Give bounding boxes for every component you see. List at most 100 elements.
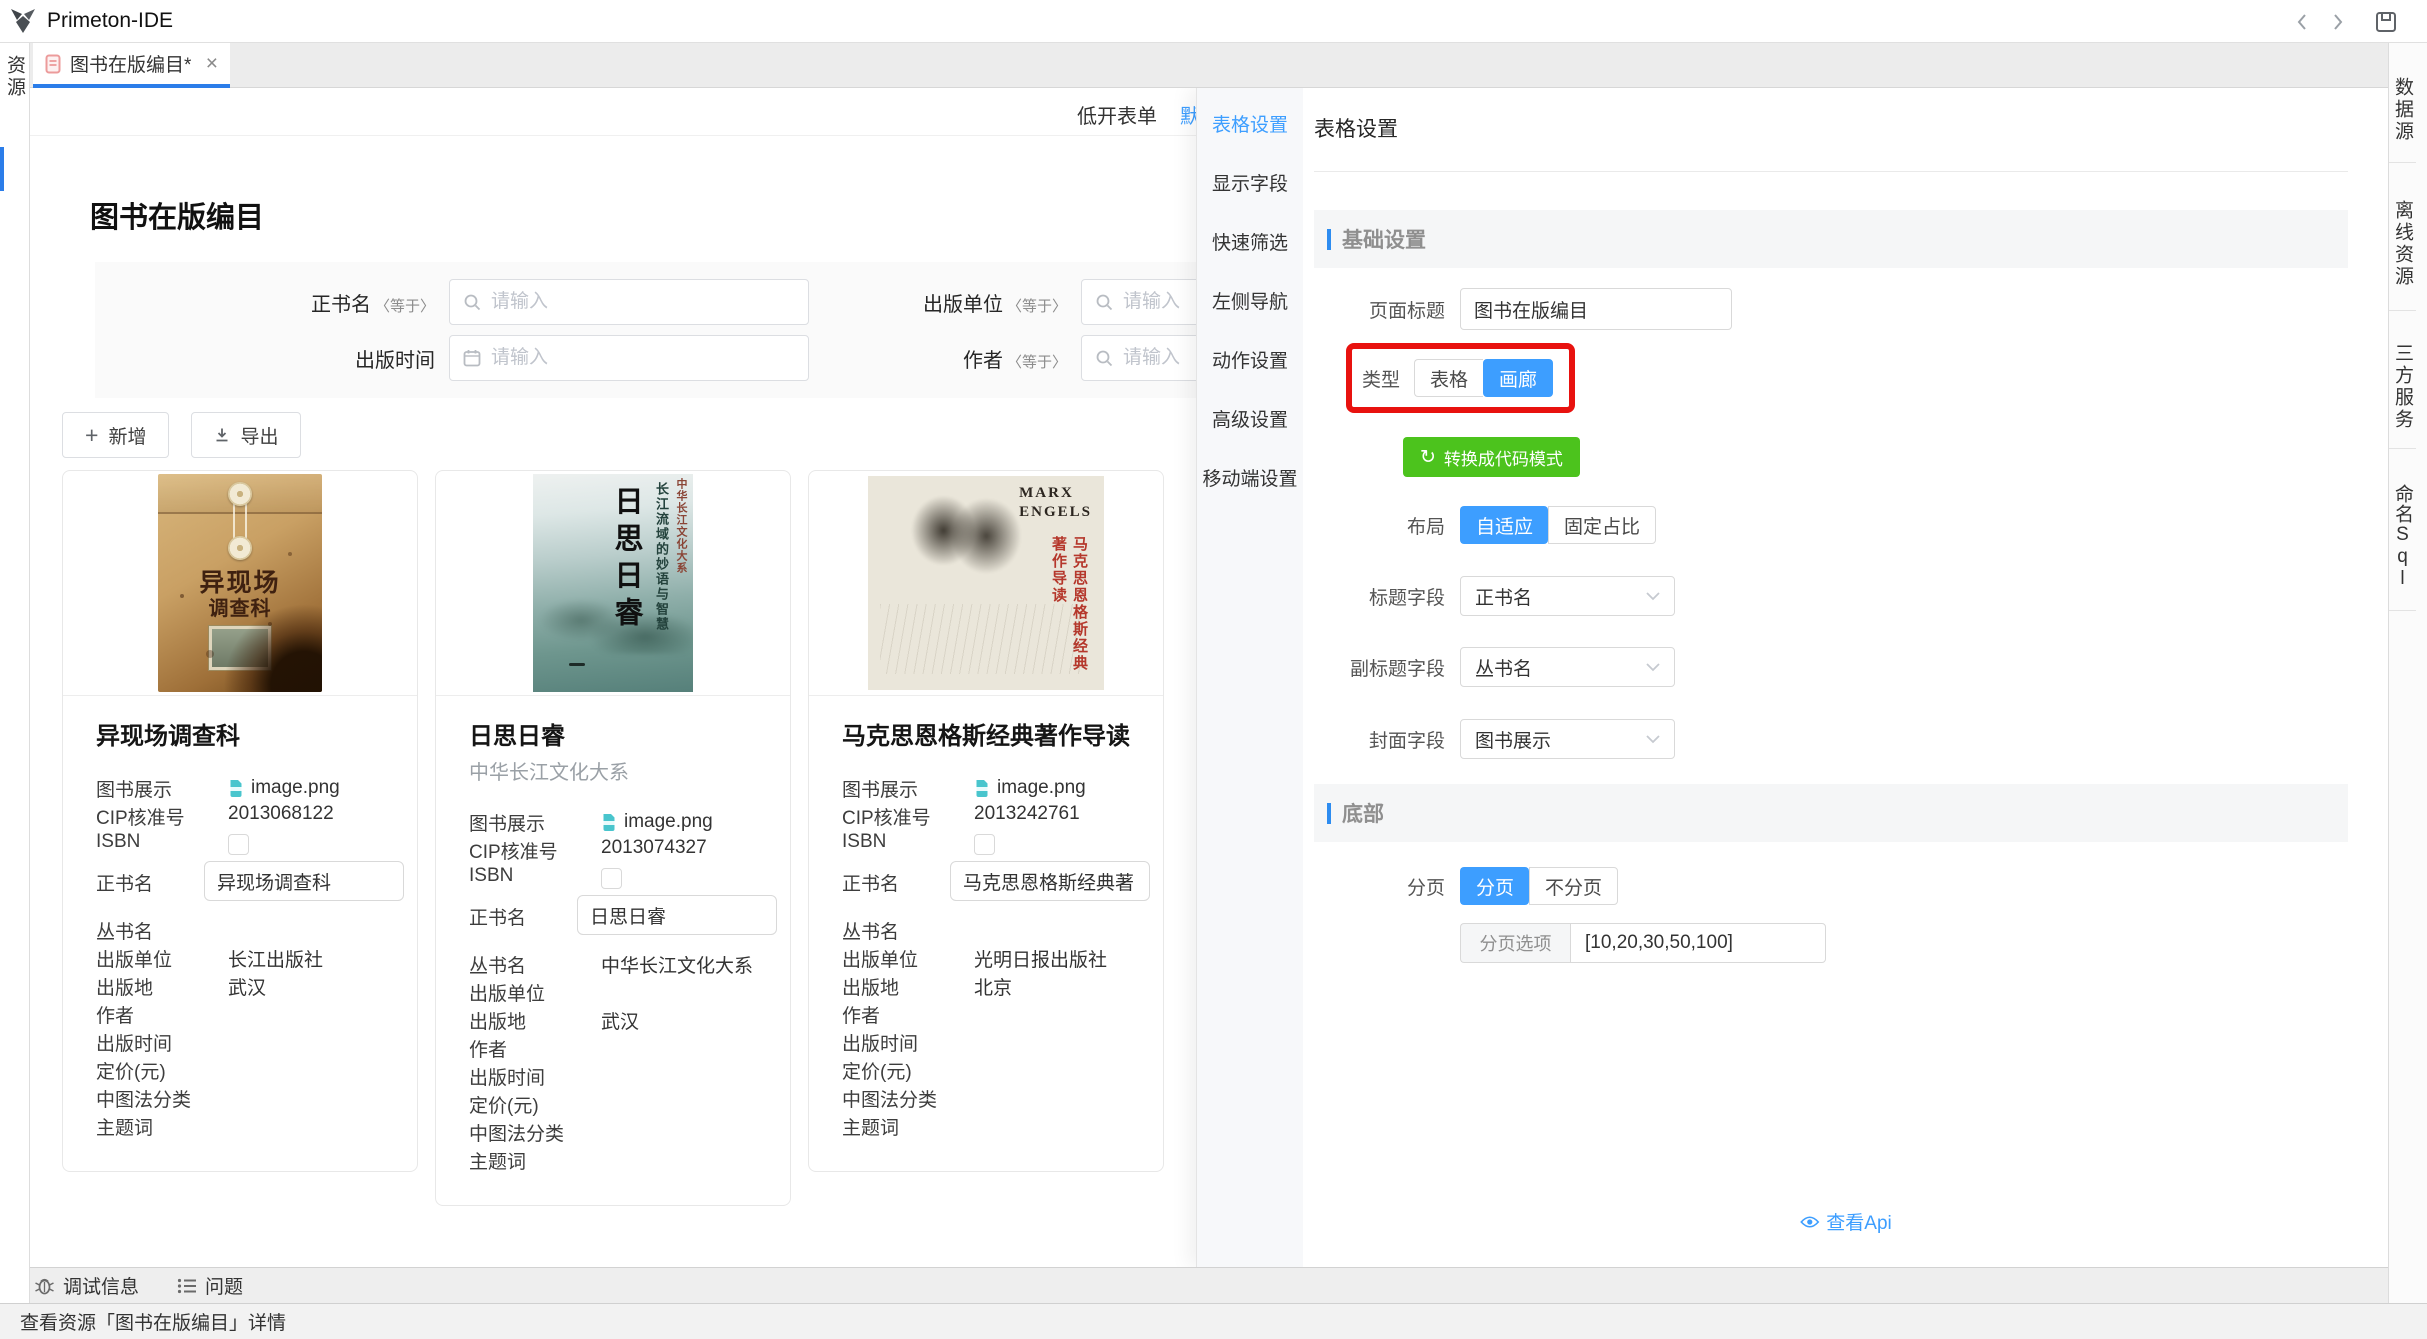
debug-bar: 调试信息 问题 — [30, 1267, 2388, 1303]
debug-info-button[interactable]: 调试信息 — [34, 1272, 139, 1299]
settings-drawer: 表格设置 显示字段 快速筛选 左侧导航 动作设置 高级设置 移动端设置 表格设置… — [1196, 88, 2388, 1267]
status-text: 查看资源「图书在版编目」详情 — [20, 1308, 286, 1335]
image-file-icon — [974, 779, 990, 798]
book-card[interactable]: 异现场 调查科 异现场调查科 图书展示 — [62, 470, 418, 1172]
tab-lowcode-form[interactable]: 低开表单 — [1077, 100, 1157, 129]
title-field-select[interactable]: 正书名 — [1460, 576, 1675, 616]
pagination-option-paged[interactable]: 分页 — [1460, 867, 1529, 905]
title-field-row: 标题字段 正书名 — [1314, 576, 2348, 616]
plus-icon: + — [85, 424, 98, 447]
page-title-input[interactable] — [1460, 288, 1732, 330]
book-name-inline-input[interactable] — [204, 861, 404, 901]
type-option-gallery[interactable]: 画廊 — [1483, 359, 1553, 397]
tab-title: 图书在版编目* — [70, 50, 191, 77]
left-panel-strip: 资源 — [0, 43, 30, 1303]
convert-to-code-button[interactable]: ↻ 转换成代码模式 — [1403, 437, 1580, 477]
field-label-book-name: 正书名〈等于〉 — [95, 288, 435, 317]
settings-tab-table[interactable]: 表格设置 — [1197, 94, 1303, 153]
status-bar: 查看资源「图书在版编目」详情 — [0, 1303, 2427, 1339]
divider — [1314, 171, 2348, 172]
eye-icon — [1799, 1215, 1819, 1229]
layout-option-adaptive[interactable]: 自适应 — [1460, 506, 1548, 544]
field-label-author: 作者〈等于〉 — [809, 344, 1067, 373]
subtitle-field-select[interactable]: 丛书名 — [1460, 647, 1675, 687]
page-options-value[interactable]: [10,20,30,50,100] — [1570, 923, 1826, 963]
section-bottom: 底部 — [1314, 784, 2348, 842]
settings-tab-actions[interactable]: 动作设置 — [1197, 330, 1303, 389]
isbn-checkbox[interactable] — [228, 834, 249, 855]
file-value[interactable]: image.png — [228, 775, 340, 799]
sidebar-item-thirdparty-services[interactable]: 三方服务 — [2389, 311, 2416, 449]
book-cover-image: 中华长江文化大系 长江流域的妙语与智慧 日思日睿 — [436, 471, 790, 696]
nav-forward-icon[interactable] — [2332, 12, 2344, 32]
add-button[interactable]: + 新增 — [62, 412, 169, 458]
sidebar-item-named-sql[interactable]: 命名Sql — [2389, 449, 2416, 611]
export-button[interactable]: 导出 — [191, 412, 301, 458]
book-card[interactable]: 中华长江文化大系 长江流域的妙语与智慧 日思日睿 日思日睿 中华长江文化大系 图… — [435, 470, 791, 1206]
type-segmented-control: 表格 画廊 — [1414, 359, 1553, 397]
settings-content: 表格设置 基础设置 页面标题 类型 表格 画廊 ↻ 转换成代码 — [1303, 88, 2388, 1267]
settings-tab-mobile[interactable]: 移动端设置 — [1197, 448, 1303, 507]
view-api-link[interactable]: 查看Api — [1799, 1208, 1891, 1235]
save-icon[interactable] — [2374, 10, 2398, 34]
image-file-icon — [228, 779, 244, 798]
sidebar-item-datasource[interactable]: 数据源 — [2389, 43, 2416, 163]
layout-segmented-control: 自适应 固定占比 — [1460, 506, 1656, 544]
field-label: 图书展示 — [469, 809, 601, 836]
chevron-down-icon — [1646, 663, 1660, 672]
chevron-down-icon — [1646, 735, 1660, 744]
subtitle-field-row: 副标题字段 丛书名 — [1314, 647, 2348, 687]
card-title: 异现场调查科 — [96, 716, 401, 751]
right-panel-strip: 数据源 离线资源 三方服务 命名Sql — [2388, 43, 2427, 1303]
book-name-inline-input[interactable] — [577, 895, 777, 935]
page-options-group: 分页选项 [10,20,30,50,100] — [1460, 923, 1826, 963]
section-accent-bar — [1327, 803, 1331, 824]
sidebar-item-resources[interactable]: 资源 — [1, 55, 28, 99]
problems-list-icon — [177, 1277, 197, 1295]
book-name-inline-input[interactable] — [950, 861, 1150, 901]
section-basic-settings: 基础设置 — [1314, 210, 2348, 268]
pub-time-field[interactable] — [491, 347, 795, 369]
image-file-icon — [601, 813, 617, 832]
pub-time-input[interactable] — [449, 335, 809, 381]
app-title: Primeton-IDE — [47, 9, 173, 33]
nav-back-icon[interactable] — [2296, 12, 2308, 32]
card-title: 马克思恩格斯经典著作导读 — [842, 716, 1147, 751]
settings-title: 表格设置 — [1314, 113, 2348, 143]
file-value[interactable]: image.png — [974, 775, 1086, 799]
refresh-icon: ↻ — [1420, 448, 1436, 467]
settings-tab-display-fields[interactable]: 显示字段 — [1197, 153, 1303, 212]
problems-button[interactable]: 问题 — [177, 1272, 243, 1299]
tab-book-cip[interactable]: 图书在版编目* × — [33, 43, 230, 88]
isbn-checkbox[interactable] — [601, 868, 622, 889]
card-subtitle: 中华长江文化大系 — [469, 756, 774, 785]
settings-tab-advanced[interactable]: 高级设置 — [1197, 389, 1303, 448]
tab-close-icon[interactable]: × — [206, 53, 218, 74]
layout-option-fixed[interactable]: 固定占比 — [1548, 506, 1656, 544]
book-name-field[interactable] — [491, 291, 795, 313]
annotation-red-box: 类型 表格 画廊 — [1346, 343, 1575, 413]
book-cover-image: 异现场 调查科 — [63, 471, 417, 696]
settings-tab-left-nav[interactable]: 左侧导航 — [1197, 271, 1303, 330]
cip-value: 2013068122 — [228, 803, 334, 825]
book-card[interactable]: MARXENGELS 马克思恩格斯经典著作导读 马克思恩格斯经典著作导读 图书展… — [808, 470, 1164, 1172]
file-value[interactable]: image.png — [601, 809, 713, 833]
page-options-label: 分页选项 — [1460, 923, 1570, 963]
titlebar: Primeton-IDE — [0, 0, 2427, 43]
isbn-checkbox[interactable] — [974, 834, 995, 855]
settings-tab-quick-filter[interactable]: 快速筛选 — [1197, 212, 1303, 271]
search-icon — [1095, 293, 1113, 311]
calendar-icon — [463, 349, 481, 367]
sidebar-item-offline-resources[interactable]: 离线资源 — [2389, 163, 2416, 311]
book-name-input[interactable] — [449, 279, 809, 325]
cover-field-select[interactable]: 图书展示 — [1460, 719, 1675, 759]
search-icon — [463, 293, 481, 311]
page-title-row: 页面标题 — [1314, 288, 2348, 330]
pagination-row: 分页 分页 不分页 — [1314, 867, 2348, 905]
type-option-table[interactable]: 表格 — [1414, 359, 1483, 397]
field-label-pub-time: 出版时间 — [95, 344, 435, 373]
book-cover-image: MARXENGELS 马克思恩格斯经典著作导读 — [809, 471, 1163, 696]
pagination-option-unpaged[interactable]: 不分页 — [1529, 867, 1618, 905]
editor-tabbar: 图书在版编目* × — [30, 43, 2388, 88]
pagination-segmented-control: 分页 不分页 — [1460, 867, 1618, 905]
